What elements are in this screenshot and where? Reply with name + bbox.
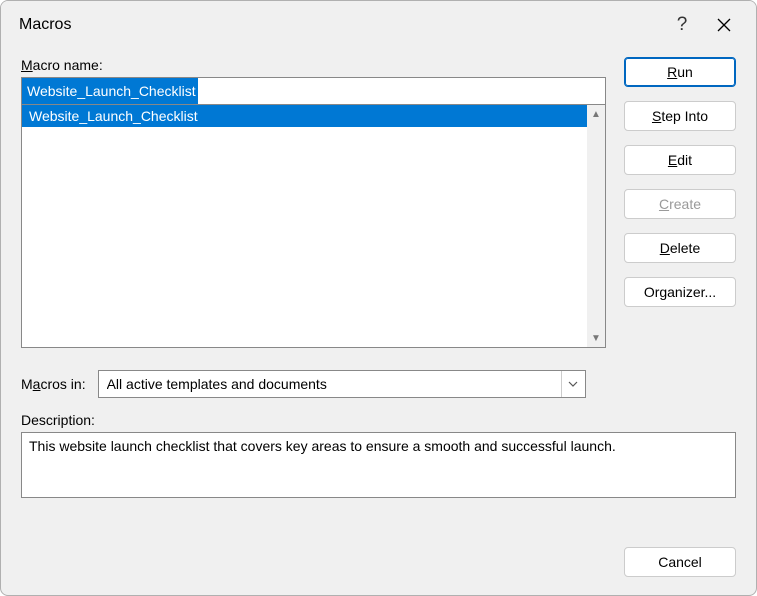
list-item[interactable]: Website_Launch_Checklist (22, 105, 587, 127)
delete-button[interactable]: Delete (624, 233, 736, 263)
action-buttons: Run Step Into Edit Create Delete Organiz… (624, 57, 736, 307)
macros-in-dropdown[interactable] (98, 370, 586, 398)
close-button[interactable] (706, 7, 742, 43)
organizer-button[interactable]: Organizer... (624, 277, 736, 307)
run-button[interactable]: Run (624, 57, 736, 87)
macros-dialog: Macros ? Macro name: Website_Launch_Chec… (0, 0, 757, 596)
scrollbar[interactable]: ▲ ▼ (587, 105, 605, 347)
create-button[interactable]: Create (624, 189, 736, 219)
description-label: Description: (21, 412, 736, 428)
macro-name-label: Macro name: (21, 57, 606, 73)
macro-list[interactable]: Website_Launch_Checklist ▲ ▼ (21, 104, 606, 348)
scroll-down-icon[interactable]: ▼ (587, 329, 605, 347)
cancel-button[interactable]: Cancel (624, 547, 736, 577)
edit-button[interactable]: Edit (624, 145, 736, 175)
macro-name-input[interactable] (21, 77, 606, 105)
help-button[interactable]: ? (664, 7, 700, 43)
dialog-body: Macro name: Website_Launch_Checklist Web… (1, 49, 756, 595)
step-into-button[interactable]: Step Into (624, 101, 736, 131)
titlebar: Macros ? (1, 1, 756, 49)
dialog-title: Macros (19, 16, 658, 34)
description-box: This website launch checklist that cover… (21, 432, 736, 498)
scroll-up-icon[interactable]: ▲ (587, 105, 605, 123)
close-icon (716, 17, 732, 33)
macros-in-label: Macros in: (21, 376, 86, 392)
